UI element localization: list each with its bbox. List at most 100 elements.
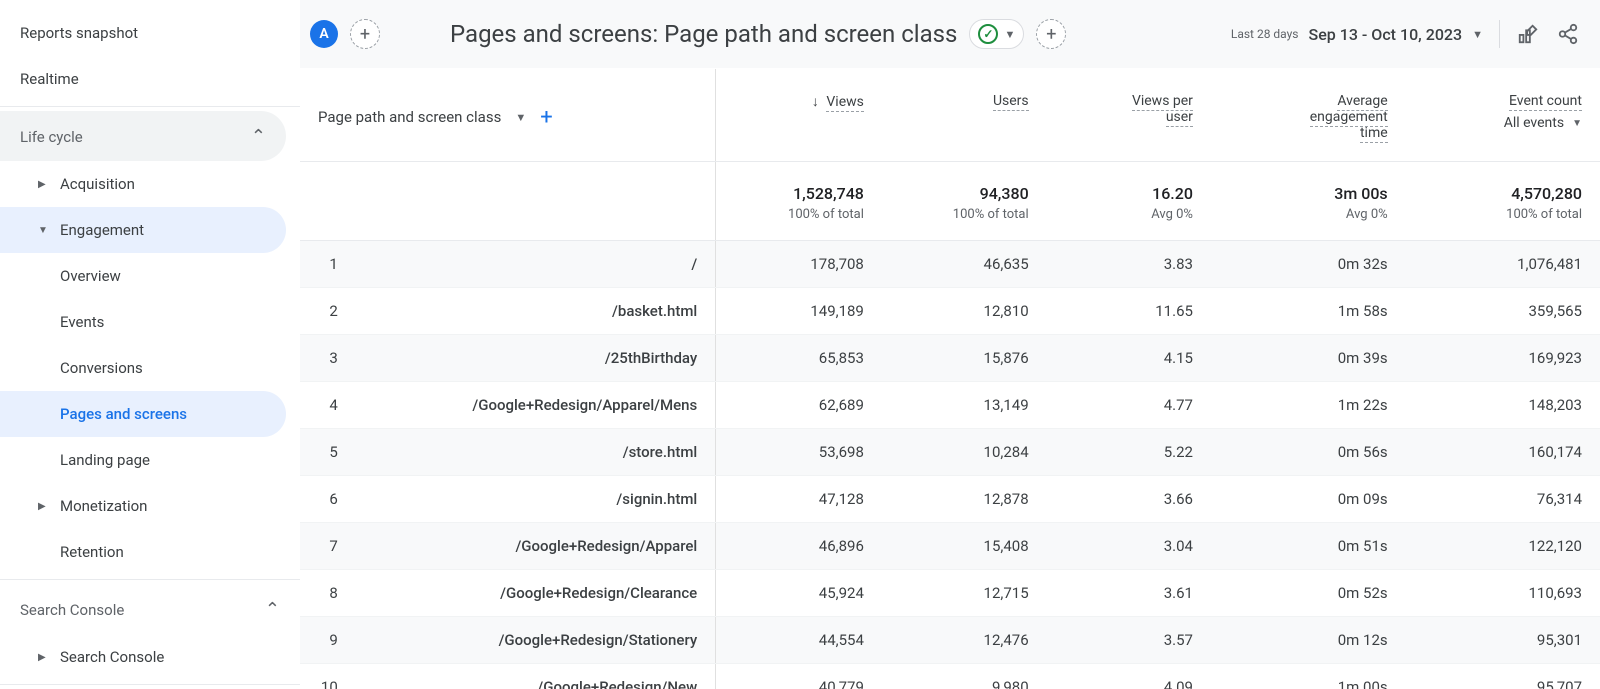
add-button[interactable]: + [1036,19,1066,49]
customize-report-button[interactable] [1516,22,1540,46]
row-path[interactable]: /Google+Redesign/Clearance [362,570,716,617]
row-metric: 1m 58s [1211,288,1406,335]
row-path[interactable]: /25thBirthday [362,335,716,382]
table-row[interactable]: 4/Google+Redesign/Apparel/Mens62,68913,1… [300,382,1600,429]
row-metric: 3.61 [1047,570,1211,617]
table-row[interactable]: 3/25thBirthday65,85315,8764.150m 39s169,… [300,335,1600,382]
row-index: 3 [300,335,362,382]
row-path[interactable]: /Google+Redesign/Apparel/Mens [362,382,716,429]
sidebar-item-acquisition[interactable]: ▶ Acquisition [0,161,300,207]
table-row[interactable]: 6/signin.html47,12812,8783.660m 09s76,31… [300,476,1600,523]
add-dimension-button[interactable]: + [540,105,552,130]
event-count-filter[interactable]: All events [1504,115,1564,131]
row-path[interactable]: /Google+Redesign/Stationery [362,617,716,664]
column-header-views-per-user[interactable]: Views per user [1047,69,1211,162]
row-index: 9 [300,617,362,664]
table-row[interactable]: 10/Google+Redesign/New40,7799,9804.091m … [300,664,1600,689]
sidebar-item-engagement[interactable]: ▼ Engagement [0,207,286,253]
row-metric: 110,693 [1406,570,1600,617]
sidebar-item-realtime[interactable]: Realtime [0,56,300,102]
sidebar-group-label: Search Console [20,601,124,619]
row-path[interactable]: /signin.html [362,476,716,523]
sidebar-item-label: Retention [60,543,124,561]
table-row[interactable]: 1/178,70846,6353.830m 32s1,076,481 [300,241,1600,288]
row-metric: 95,301 [1406,617,1600,664]
row-path[interactable]: /basket.html [362,288,716,335]
add-comparison-button[interactable]: + [350,19,380,49]
row-metric: 62,689 [716,382,882,429]
chevron-up-icon: ⌃ [251,126,266,147]
row-metric: 178,708 [716,241,882,288]
account-badge[interactable]: A [310,20,338,48]
sidebar-item-pages-and-screens[interactable]: Pages and screens [0,391,286,437]
caret-down-icon: ▼ [1472,28,1483,41]
total-event-count-pct: 100% of total [1424,207,1582,222]
date-range-value: Sep 13 - Oct 10, 2023 [1309,25,1463,44]
caret-down-icon: ▼ [1004,28,1015,41]
row-metric: 47,128 [716,476,882,523]
table-row[interactable]: 5/store.html53,69810,2845.220m 56s160,17… [300,429,1600,476]
share-button[interactable] [1556,22,1580,46]
sidebar-item-retention[interactable]: Retention [0,529,300,575]
row-metric: 53,698 [716,429,882,476]
sidebar-item-search-console[interactable]: ▶ Search Console [0,634,300,680]
sidebar-item-label: Search Console [60,648,164,666]
row-metric: 1m 22s [1211,382,1406,429]
date-range-picker[interactable]: Last 28 days Sep 13 - Oct 10, 2023 ▼ [1231,25,1483,44]
column-header-users[interactable]: Users [882,69,1047,162]
row-index: 5 [300,429,362,476]
column-header-views[interactable]: ↓ Views [716,69,882,162]
edit-chart-icon [1517,23,1539,45]
table-row[interactable]: 9/Google+Redesign/Stationery44,55412,476… [300,617,1600,664]
sidebar-group-search-console[interactable]: Search Console ⌃ [0,584,300,634]
row-index: 10 [300,664,362,689]
caret-down-icon: ▼ [515,111,526,124]
row-path[interactable]: / [362,241,716,288]
sidebar-item-events[interactable]: Events [0,299,300,345]
row-path[interactable]: /Google+Redesign/New [362,664,716,689]
table-row[interactable]: 7/Google+Redesign/Apparel46,89615,4083.0… [300,523,1600,570]
row-index: 8 [300,570,362,617]
column-header-avg-engagement-time[interactable]: Average engagement time [1211,69,1406,162]
total-engagement-time-avg: Avg 0% [1229,207,1388,222]
main: A + Pages and screens: Page path and scr… [300,0,1600,689]
sidebar-group-life-cycle[interactable]: Life cycle ⌃ [0,111,286,161]
row-metric: 149,189 [716,288,882,335]
plus-icon: + [360,24,370,45]
row-metric: 148,203 [1406,382,1600,429]
sidebar-item-overview[interactable]: Overview [0,253,300,299]
sidebar-item-conversions[interactable]: Conversions [0,345,300,391]
dimension-label: Page path and screen class [318,108,501,126]
divider [1499,20,1500,48]
row-metric: 122,120 [1406,523,1600,570]
row-metric: 0m 09s [1211,476,1406,523]
row-metric: 0m 52s [1211,570,1406,617]
totals-row: 1,528,748100% of total 94,380100% of tot… [300,162,1600,241]
row-metric: 9,980 [882,664,1047,689]
column-label: user [1166,109,1193,127]
sidebar-item-landing-page[interactable]: Landing page [0,437,300,483]
dimension-column-header[interactable]: Page path and screen class ▼ + [300,69,716,162]
caret-right-icon: ▶ [38,179,50,190]
row-metric: 0m 51s [1211,523,1406,570]
column-header-event-count[interactable]: Event count All events ▼ [1406,69,1600,162]
table-row[interactable]: 8/Google+Redesign/Clearance45,92412,7153… [300,570,1600,617]
row-metric: 15,876 [882,335,1047,382]
sidebar-item-reports-snapshot[interactable]: Reports snapshot [0,10,300,56]
sidebar-item-monetization[interactable]: ▶ Monetization [0,483,300,529]
row-index: 1 [300,241,362,288]
row-metric: 40,779 [716,664,882,689]
caret-right-icon: ▶ [38,652,50,663]
total-views-per-user: 16.20 [1065,184,1193,203]
page-title: Pages and screens: Page path and screen … [450,19,1066,49]
row-index: 7 [300,523,362,570]
row-metric: 76,314 [1406,476,1600,523]
table-row[interactable]: 2/basket.html149,18912,81011.651m 58s359… [300,288,1600,335]
row-metric: 15,408 [882,523,1047,570]
share-icon [1557,23,1579,45]
sidebar: Reports snapshot Realtime Life cycle ⌃ ▶… [0,0,300,689]
row-metric: 13,149 [882,382,1047,429]
row-path[interactable]: /Google+Redesign/Apparel [362,523,716,570]
status-pill[interactable]: ✓ ▼ [969,19,1024,49]
row-path[interactable]: /store.html [362,429,716,476]
